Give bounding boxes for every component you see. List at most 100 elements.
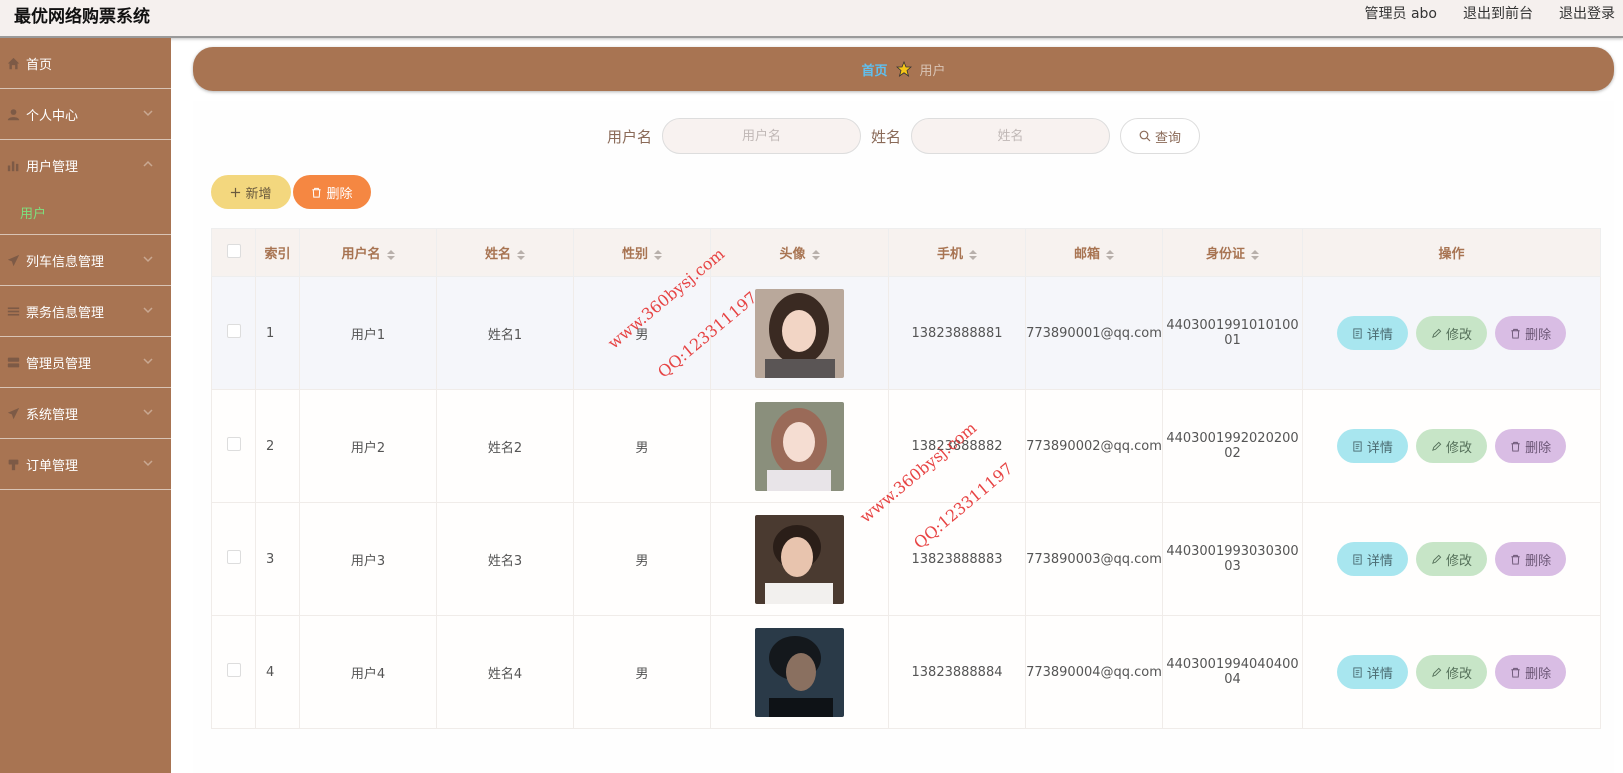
detail-button[interactable]: 详情 [1336,429,1408,463]
breadcrumb-home[interactable]: 首页 [861,60,887,79]
col-header-gender[interactable]: 性别 [573,228,711,277]
sidebar-item-ticket-info[interactable]: 票务信息管理 [0,286,171,337]
table-header-row: 索引 用户名 姓名 性别 头像 手机 邮箱 身份证 操作 [211,228,1601,277]
cell-name: 姓名3 [436,502,574,616]
sort-icon[interactable] [1251,249,1259,260]
document-icon [1353,666,1362,678]
breadcrumb: 首页 用户 [193,47,1614,91]
sidebar-subitem-users[interactable]: 用户 [0,191,171,235]
edit-button[interactable]: 修改 [1416,542,1487,576]
trash-icon [312,187,322,198]
sort-icon[interactable] [969,249,977,260]
app-title: 最优网络购票系统 [14,7,150,27]
col-header-avatar[interactable]: 头像 [710,228,889,277]
table-row: 4 用户4 姓名4 男 13823888884 773890004@qq.com… [211,615,1601,729]
cell-gender: 男 [573,615,711,729]
breadcrumb-current: 用户 [919,63,946,79]
cell-username: 用户1 [299,276,437,390]
sidebar-item-train-info[interactable]: 列车信息管理 [0,235,171,286]
bookmark-icon [6,457,20,471]
detail-button[interactable]: 详情 [1336,542,1408,576]
edit-button-label: 修改 [1445,326,1472,342]
sidebar-item-order-management[interactable]: 订单管理 [0,439,171,490]
document-icon [1353,553,1362,565]
avatar [755,288,844,378]
name-input[interactable] [911,118,1111,154]
sidebar-item-profile[interactable]: 个人中心 [0,89,171,140]
pencil-icon [1432,441,1442,451]
col-header-email[interactable]: 邮箱 [1025,228,1163,277]
chevron-down-icon [143,107,153,117]
sidebar-item-home[interactable]: 首页 [0,38,171,89]
sort-icon[interactable] [517,249,525,260]
database-icon [6,355,20,369]
row-checkbox[interactable] [226,324,241,338]
username-input[interactable] [662,118,861,154]
trash-icon [1511,667,1520,678]
edit-button[interactable]: 修改 [1416,316,1487,350]
col-header-username[interactable]: 用户名 [299,228,437,277]
detail-button-label: 详情 [1366,439,1393,455]
sort-icon[interactable] [811,249,820,260]
col-header-index: 索引 [255,228,300,277]
row-checkbox[interactable] [226,663,241,677]
add-button[interactable]: 新增 [211,175,291,209]
logout-link[interactable]: 退出登录 [1559,3,1615,23]
delete-button[interactable]: 删除 [1495,655,1567,689]
edit-button-label: 修改 [1445,552,1472,568]
search-icon [1139,130,1151,142]
sidebar-item-label: 个人中心 [26,108,79,124]
cell-username: 用户2 [299,389,437,503]
detail-button[interactable]: 详情 [1336,316,1408,350]
row-checkbox[interactable] [226,550,241,564]
cell-avatar [710,502,889,616]
cell-phone: 13823888883 [888,502,1026,616]
admin-label[interactable]: 管理员 abo [1365,3,1437,23]
cell-index: 3 [255,502,300,616]
sort-icon[interactable] [386,249,395,260]
detail-button[interactable]: 详情 [1336,655,1408,689]
col-header-label: 手机 [936,247,963,262]
cell-idcard: 440300199202020002 [1162,389,1303,503]
add-button-label: 新增 [245,185,272,201]
col-header-label: 用户名 [341,247,381,262]
cell-gender: 男 [573,502,711,616]
chevron-down-icon [143,304,153,314]
edit-button[interactable]: 修改 [1416,655,1487,689]
cell-username: 用户3 [299,502,437,616]
trash-icon [1511,554,1520,565]
sidebar-item-user-management[interactable]: 用户管理 [0,140,171,191]
select-all-cell[interactable] [211,228,256,277]
row-select-cell[interactable] [211,502,256,616]
delete-button[interactable]: 删除 [1495,316,1567,350]
main-panel: 用户名 姓名 查询 新增 删除 索引 用户名 [193,101,1614,773]
edit-button[interactable]: 修改 [1416,429,1487,463]
row-checkbox[interactable] [226,437,241,451]
sidebar-item-admin-management[interactable]: 管理员管理 [0,337,171,388]
delete-button[interactable]: 删除 [1495,542,1567,576]
cell-email: 773890002@qq.com [1025,389,1163,503]
row-select-cell[interactable] [211,389,256,503]
row-select-cell[interactable] [211,615,256,729]
sidebar-item-label: 用户管理 [26,160,79,175]
col-header-label: 头像 [779,247,806,262]
query-button[interactable]: 查询 [1120,118,1201,154]
chevron-down-icon [143,406,153,416]
cell-gender: 男 [573,276,711,390]
row-select-cell[interactable] [211,276,256,390]
col-header-phone[interactable]: 手机 [888,228,1026,277]
batch-delete-button[interactable]: 删除 [293,175,371,209]
col-header-name[interactable]: 姓名 [436,228,574,277]
trash-icon [1511,441,1520,452]
sort-icon[interactable] [1106,249,1114,260]
sidebar-item-label: 系统管理 [26,407,79,423]
exit-to-front-link[interactable]: 退出到前台 [1463,3,1533,23]
sort-icon[interactable] [654,249,662,260]
detail-button-label: 详情 [1366,552,1393,568]
col-header-idcard[interactable]: 身份证 [1162,228,1303,277]
delete-button[interactable]: 删除 [1495,429,1567,463]
select-all-checkbox[interactable] [226,243,241,258]
sidebar-item-system-management[interactable]: 系统管理 [0,388,171,439]
username-label: 用户名 [606,127,652,146]
top-links: 管理员 abo 退出到前台 退出登录 [1365,3,1615,23]
